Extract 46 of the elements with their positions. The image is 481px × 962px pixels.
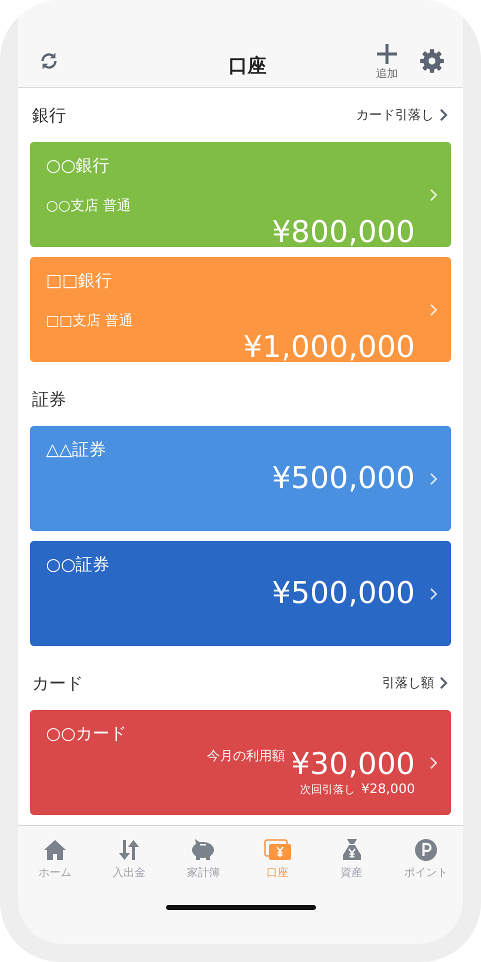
piggy-bank-icon <box>190 838 216 862</box>
section-title: 銀行 <box>32 104 66 126</box>
yen-card-icon <box>264 838 292 862</box>
chevron-icon <box>429 302 438 316</box>
transfer-icon <box>117 838 142 862</box>
chevron-icon <box>439 108 448 122</box>
chevron-icon <box>439 676 448 690</box>
settings-icon[interactable] <box>419 48 445 74</box>
next-payment-amount: ¥28,000 <box>361 782 415 797</box>
points-coin-icon <box>414 838 438 862</box>
section-title: カード <box>32 672 83 694</box>
branch-label: □□支店 普通 <box>46 312 134 330</box>
section-link[interactable]: 引落し額 <box>382 674 448 692</box>
tab-item[interactable]: ホーム <box>23 838 88 898</box>
next-payment-label: 次回引落し <box>300 782 356 797</box>
tab-item[interactable]: ポイント <box>394 838 458 898</box>
add-button[interactable]: 追加 <box>375 42 399 81</box>
account-card[interactable]: □□銀行 □□支店 普通 ¥1,000,000 <box>30 257 451 362</box>
tab-item[interactable]: 入出金 <box>97 838 162 898</box>
home-icon <box>43 838 68 862</box>
section-title: 証券 <box>32 388 66 410</box>
section-link[interactable]: カード引落し <box>356 106 448 124</box>
account-card[interactable]: ○○証券 ¥500,000 <box>30 541 451 646</box>
account-name: □□銀行 <box>46 270 114 292</box>
tab-item[interactable]: 資産 <box>320 838 384 898</box>
balance-amount: ¥1,000,000 <box>243 330 415 365</box>
tab-item[interactable]: 家計簿 <box>171 838 236 898</box>
branch-label: ○○支店 普通 <box>46 197 132 215</box>
usage-label: 今月の利用額 <box>206 748 285 765</box>
chevron-icon <box>429 472 438 486</box>
balance-amount: ¥500,000 <box>272 576 415 611</box>
usage-amount: ¥30,000 <box>290 747 415 782</box>
chevron-icon <box>429 586 438 600</box>
account-name: ○○証券 <box>46 554 111 576</box>
account-card[interactable]: △△証券 ¥500,000 <box>30 426 451 531</box>
account-card[interactable]: ○○銀行 ○○支店 普通 ¥800,000 <box>30 142 451 247</box>
account-name: ○○銀行 <box>46 155 111 177</box>
chevron-icon <box>429 756 438 770</box>
tab-item[interactable]: 口座 <box>246 838 310 898</box>
account-name: ○○カード <box>46 723 128 745</box>
balance-amount: ¥800,000 <box>272 215 415 250</box>
screen-title: 口座 <box>228 54 268 79</box>
account-name: △△証券 <box>46 439 108 461</box>
balance-amount: ¥500,000 <box>272 461 415 496</box>
chevron-icon <box>429 188 438 202</box>
plus-icon <box>375 42 399 66</box>
